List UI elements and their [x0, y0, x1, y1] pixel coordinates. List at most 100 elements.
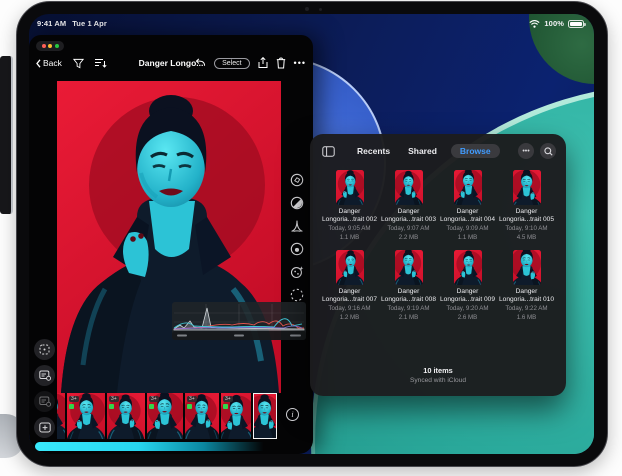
scene: 9:41 AM Tue 1 Apr 100% — [0, 0, 622, 476]
export-button[interactable] — [34, 391, 55, 412]
trash-icon[interactable] — [276, 57, 286, 69]
file-date: Today, 9:07 AM — [387, 225, 429, 233]
edited-indicator — [149, 404, 154, 409]
file-item[interactable]: DangerLongoria...trait 008 Today, 9:19 A… — [379, 250, 438, 321]
front-camera — [305, 7, 309, 11]
photo-canvas[interactable] — [57, 81, 281, 393]
ipad-device-frame: 9:41 AM Tue 1 Apr 100% — [16, 1, 608, 467]
file-size: 2.2 MB — [399, 234, 419, 242]
document-title: Danger Longo... — [139, 58, 204, 68]
file-size: 2.6 MB — [458, 314, 478, 322]
file-size: 1.2 MB — [340, 314, 360, 322]
tab-recents[interactable]: Recents — [353, 144, 394, 158]
select-button[interactable]: Select — [214, 58, 249, 69]
file-size: 1.1 MB — [458, 234, 478, 242]
sort-icon[interactable] — [95, 58, 107, 68]
file-thumbnail — [454, 170, 482, 205]
file-thumbnail — [336, 250, 364, 285]
file-date: Today, 9:16 AM — [328, 305, 370, 313]
add-photo-button[interactable] — [34, 417, 55, 438]
filmstrip-thumb[interactable]: 3+ — [67, 393, 105, 439]
chevron-left-icon — [36, 59, 41, 68]
file-item[interactable]: DangerLongoria...trait 007 Today, 9:16 A… — [320, 250, 379, 321]
battery-percent: 100% — [544, 19, 564, 28]
status-time: 9:41 AM — [37, 19, 66, 28]
add-icon — [39, 422, 51, 433]
vignette-icon[interactable] — [290, 242, 304, 256]
sync-status: Synced with iCloud — [310, 377, 566, 384]
filter-icon[interactable] — [73, 58, 84, 69]
presets-icon[interactable] — [290, 173, 304, 187]
file-thumbnail — [513, 250, 541, 285]
status-bar: 9:41 AM Tue 1 Apr 100% — [37, 17, 584, 30]
files-footer: 10 items Synced with iCloud — [310, 366, 566, 384]
edited-indicator — [223, 404, 228, 409]
rating-badge: 3+ — [223, 396, 233, 402]
heal-icon — [39, 344, 50, 355]
file-size: 1.6 MB — [517, 314, 537, 322]
accent-gradient-strip — [35, 442, 307, 451]
files-window: Recents Shared Browse ••• — [310, 134, 566, 396]
info-button[interactable]: i — [286, 408, 299, 421]
effects-icon[interactable] — [290, 265, 304, 279]
search-icon — [544, 147, 553, 156]
file-date: Today, 9:10 AM — [505, 225, 547, 233]
file-item[interactable]: DangerLongoria...trait 002 Today, 9:05 A… — [320, 170, 379, 241]
more-options-button[interactable]: ••• — [518, 143, 534, 159]
curves-icon[interactable] — [290, 219, 304, 233]
file-thumbnail — [395, 250, 423, 285]
files-header: Recents Shared Browse ••• — [310, 134, 566, 163]
tab-browse[interactable]: Browse — [451, 144, 500, 158]
portrait-photo — [57, 81, 281, 393]
battery-icon — [568, 20, 584, 28]
back-button[interactable]: Back — [36, 58, 62, 68]
filmstrip-thumb[interactable]: 3+ — [147, 393, 183, 439]
file-size: 4.5 MB — [517, 234, 537, 242]
status-date: Tue 1 Apr — [72, 19, 107, 28]
edited-indicator — [187, 404, 192, 409]
file-thumbnail — [513, 170, 541, 205]
export-icon — [39, 396, 51, 407]
export-settings-icon — [39, 370, 51, 381]
rating-badge: 3+ — [109, 396, 119, 402]
file-date: Today, 9:09 AM — [446, 225, 488, 233]
file-item[interactable]: DangerLongoria...trait 005 Today, 9:10 A… — [497, 170, 556, 241]
file-item[interactable]: DangerLongoria...trait 009 Today, 9:20 A… — [438, 250, 497, 321]
close-window-dot[interactable] — [42, 44, 46, 48]
adjust-icon[interactable] — [290, 196, 304, 210]
file-size: 1.1 MB — [340, 234, 360, 242]
background-accessory — [0, 56, 13, 214]
filmstrip-thumb[interactable]: 3+ — [107, 393, 145, 439]
tab-shared[interactable]: Shared — [404, 144, 441, 158]
filmstrip-thumb[interactable]: 3+ — [185, 393, 219, 439]
ipad-screen: 9:41 AM Tue 1 Apr 100% — [29, 14, 594, 454]
window-controls[interactable] — [36, 41, 64, 51]
back-label: Back — [43, 58, 62, 68]
file-date: Today, 9:19 AM — [387, 305, 429, 313]
filmstrip: 3+ 3+ 3+ 3+ — [57, 393, 277, 439]
search-button[interactable] — [540, 143, 556, 159]
file-date: Today, 9:22 AM — [505, 305, 547, 313]
sidebar-icon[interactable] — [322, 146, 335, 157]
file-item[interactable]: DangerLongoria...trait 004 Today, 9:09 A… — [438, 170, 497, 241]
filmstrip-thumb-selected[interactable] — [253, 393, 277, 439]
export-settings-button[interactable] — [34, 365, 55, 386]
zoom-window-dot[interactable] — [55, 44, 59, 48]
editor-toolbar: Back Danger Longo... — [29, 53, 313, 73]
filmstrip-thumb[interactable]: 3+ — [221, 393, 251, 439]
file-item[interactable]: DangerLongoria...trait 003 Today, 9:07 A… — [379, 170, 438, 241]
files-grid: DangerLongoria...trait 002 Today, 9:05 A… — [310, 163, 566, 321]
rating-badge: 3+ — [149, 396, 159, 402]
minimize-window-dot[interactable] — [48, 44, 52, 48]
files-tabs: Recents Shared Browse — [353, 144, 500, 158]
filmstrip-thumb[interactable] — [57, 393, 65, 439]
editor-window: Back Danger Longo... — [29, 35, 313, 454]
heal-button[interactable] — [34, 339, 55, 360]
edited-indicator — [109, 404, 114, 409]
share-icon[interactable] — [258, 57, 268, 69]
item-count: 10 items — [310, 366, 566, 375]
rating-badge: 3+ — [69, 396, 79, 402]
file-item[interactable]: DangerLongoria...trait 010 Today, 9:22 A… — [497, 250, 556, 321]
more-button[interactable]: ••• — [294, 58, 306, 68]
blur-icon[interactable] — [290, 288, 304, 302]
